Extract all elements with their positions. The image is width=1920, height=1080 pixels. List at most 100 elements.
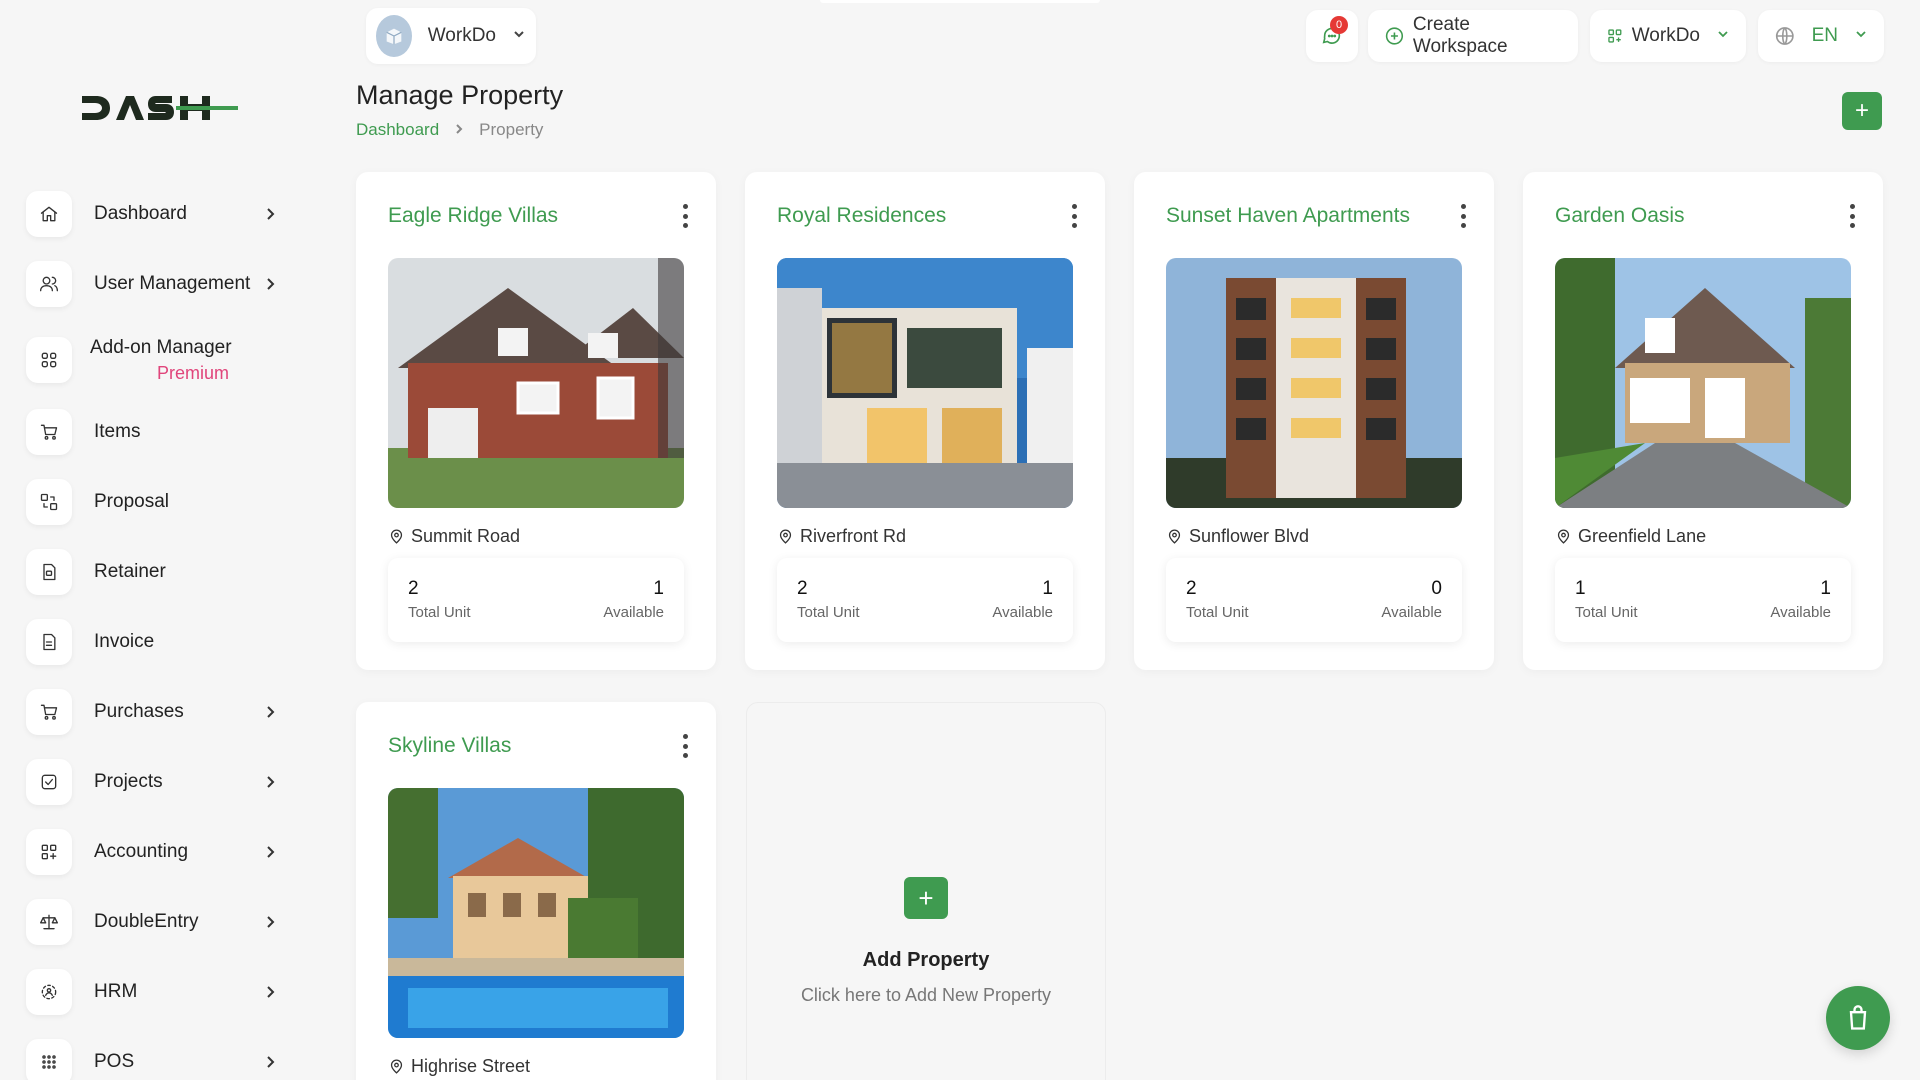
chevron-right-icon xyxy=(262,774,278,790)
more-vertical-icon[interactable] xyxy=(1460,204,1466,228)
available-label: Available xyxy=(1770,604,1831,621)
property-name[interactable]: Royal Residences xyxy=(777,204,1037,228)
workspace-menu-label: WorkDo xyxy=(1631,25,1700,46)
workspace-selector[interactable]: WorkDo xyxy=(366,8,536,64)
map-pin-icon xyxy=(1168,529,1181,544)
property-card[interactable]: Royal Residences Riverfront Rd 2 Total Un… xyxy=(745,172,1105,670)
page-title: Manage Property xyxy=(356,80,564,110)
unit-stats: 1 Total Unit 1 Available xyxy=(1555,558,1851,642)
sidebar-item-proposal[interactable]: Proposal xyxy=(26,474,296,530)
shopping-bag-icon xyxy=(1849,1005,1867,1030)
chevron-right-icon xyxy=(262,704,278,720)
map-pin-icon xyxy=(1557,529,1570,544)
apps-icon xyxy=(1608,29,1622,43)
property-card[interactable]: Sunset Haven Apartments Sunflower Blvd 2… xyxy=(1134,172,1494,670)
property-location: Sunflower Blvd xyxy=(1166,526,1309,547)
sidebar-item-projects[interactable]: Projects xyxy=(26,754,296,810)
sidebar-item-label: User Management xyxy=(94,273,251,294)
language-selector[interactable]: EN xyxy=(1758,10,1884,62)
sidebar: Dashboard User Management Add-on Manager… xyxy=(0,0,330,1080)
available-value: 1 xyxy=(1042,578,1053,599)
map-pin-icon xyxy=(390,529,403,544)
cart-floating-button[interactable] xyxy=(1826,986,1890,1050)
chevron-right-icon xyxy=(262,844,278,860)
property-location: Riverfront Rd xyxy=(777,526,906,547)
sidebar-item-accounting[interactable]: Accounting xyxy=(26,824,296,880)
home-icon xyxy=(26,191,72,237)
property-location: Greenfield Lane xyxy=(1555,526,1706,547)
sidebar-item-invoice[interactable]: Invoice xyxy=(26,614,296,670)
sidebar-item-label-group: Add-on Manager Premium xyxy=(90,337,296,384)
top-notch xyxy=(820,0,1100,3)
sidebar-item-label: POS xyxy=(94,1051,135,1072)
sidebar-item-label: Items xyxy=(94,421,141,442)
total-unit-value: 2 xyxy=(408,578,419,599)
property-image xyxy=(1555,258,1851,508)
more-vertical-icon[interactable] xyxy=(1071,204,1077,228)
property-name[interactable]: Eagle Ridge Villas xyxy=(388,204,648,228)
sidebar-item-doubleentry[interactable]: DoubleEntry xyxy=(26,894,296,950)
workspace-menu-button[interactable]: WorkDo xyxy=(1590,10,1746,62)
users-icon xyxy=(26,261,72,307)
plus-circle-icon xyxy=(1385,27,1404,45)
property-location: Highrise Street xyxy=(388,1056,530,1077)
total-unit-value: 2 xyxy=(1186,578,1197,599)
add-property-subtitle: Click here to Add New Property xyxy=(800,985,1052,1005)
location-text: Riverfront Rd xyxy=(800,526,907,546)
property-name[interactable]: Garden Oasis xyxy=(1555,204,1815,228)
sidebar-item-addon-manager[interactable]: Add-on Manager Premium xyxy=(26,332,296,388)
checkbox-icon xyxy=(26,759,72,805)
available-label: Available xyxy=(603,604,664,621)
add-property-title: Add Property xyxy=(862,949,990,971)
sidebar-item-dashboard[interactable]: Dashboard xyxy=(26,186,296,242)
chevron-right-icon xyxy=(262,914,278,930)
property-image xyxy=(777,258,1073,508)
cart-icon xyxy=(26,409,72,455)
create-workspace-label: Create Workspace xyxy=(1412,14,1508,57)
notification-badge: 0 xyxy=(1330,16,1348,34)
breadcrumb-dashboard-link[interactable]: Dashboard xyxy=(356,120,439,140)
add-property-button[interactable]: + xyxy=(1842,92,1882,130)
workspace-name: WorkDo xyxy=(427,25,496,46)
messages-button[interactable]: 0 xyxy=(1306,10,1358,62)
sidebar-item-items[interactable]: Items xyxy=(26,404,296,460)
sidebar-item-label: DoubleEntry xyxy=(94,911,199,932)
breadcrumb-current: Property xyxy=(479,120,544,139)
breadcrumb: Dashboard Property xyxy=(356,120,543,140)
globe-icon xyxy=(1775,27,1794,45)
sidebar-item-user-management[interactable]: User Management xyxy=(26,256,296,312)
chevron-down-icon xyxy=(1716,25,1730,47)
plus-icon: + xyxy=(1854,97,1869,124)
sidebar-item-hrm[interactable]: HRM xyxy=(26,964,296,1020)
unit-stats: 2 Total Unit 1 Available xyxy=(388,558,684,642)
chevron-right-icon xyxy=(262,984,278,1000)
cart-icon xyxy=(26,689,72,735)
property-card[interactable]: Skyline Villas Highrise Street xyxy=(356,702,716,1080)
available-value: 1 xyxy=(653,578,664,599)
language-label: EN xyxy=(1811,25,1838,46)
sidebar-item-label: Accounting xyxy=(94,841,189,862)
available-label: Available xyxy=(1381,604,1442,621)
plus-icon[interactable]: + xyxy=(904,877,948,919)
sidebar-item-retainer[interactable]: Retainer xyxy=(26,544,296,600)
sidebar-item-pos[interactable]: POS xyxy=(26,1034,296,1080)
sidebar-item-label: Projects xyxy=(94,771,163,792)
create-workspace-button[interactable]: Create Workspace xyxy=(1368,10,1578,62)
property-card[interactable]: Garden Oasis Greenfield Lane 1 Total Unit… xyxy=(1523,172,1883,670)
location-text: Highrise Street xyxy=(411,1056,531,1076)
sidebar-item-purchases[interactable]: Purchases xyxy=(26,684,296,740)
sidebar-item-label: Purchases xyxy=(94,701,184,722)
add-property-card[interactable]: + Add Property Click here to Add New Pro… xyxy=(746,702,1106,1080)
total-unit-label: Total Unit xyxy=(1575,604,1638,621)
more-vertical-icon[interactable] xyxy=(682,204,688,228)
location-text: Sunflower Blvd xyxy=(1189,526,1310,546)
property-name[interactable]: Sunset Haven Apartments xyxy=(1166,204,1426,228)
property-card[interactable]: Eagle Ridge Villas Summit Road 2 Total Un… xyxy=(356,172,716,670)
more-vertical-icon[interactable] xyxy=(682,734,688,758)
property-image xyxy=(388,788,684,1038)
property-name[interactable]: Skyline Villas xyxy=(388,734,648,758)
chevron-right-icon xyxy=(262,276,278,292)
dash-logo[interactable] xyxy=(80,88,240,128)
more-vertical-icon[interactable] xyxy=(1849,204,1855,228)
scale-icon xyxy=(26,899,72,945)
